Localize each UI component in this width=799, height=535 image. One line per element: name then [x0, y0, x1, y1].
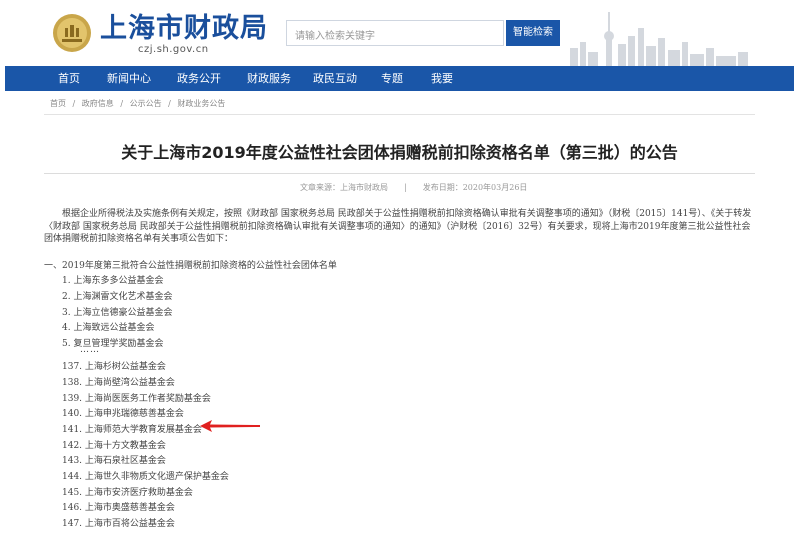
site-url: czj.sh.gov.cn — [138, 44, 209, 55]
list-item: 146. 上海市奥盛慈善基金会 — [62, 503, 175, 513]
nav-item-finance-service[interactable]: 财政服务 — [247, 66, 291, 91]
site-header: 上海市财政局 czj.sh.gov.cn 请输入检索关键字 智能检索 — [0, 0, 799, 66]
breadcrumb-sep: / — [72, 99, 76, 108]
nav-item-gov-info[interactable]: 政务公开 — [177, 66, 221, 91]
city-skyline-icon — [570, 12, 748, 66]
site-title[interactable]: 上海市财政局 — [100, 14, 268, 44]
nav-item-interaction[interactable]: 政民互动 — [313, 66, 357, 91]
breadcrumb-sep: / — [120, 99, 124, 108]
search-button[interactable]: 智能检索 — [506, 20, 560, 46]
meta-separator: | — [404, 183, 407, 192]
breadcrumb-finance-notices[interactable]: 财政业务公告 — [177, 99, 225, 108]
list-ellipsis: …… — [80, 345, 100, 355]
main-nav: 首页 新闻中心 政务公开 财政服务 政民互动 专题 我要 — [5, 66, 794, 91]
title-divider — [44, 173, 755, 174]
list-item: 143. 上海石泉社区基金会 — [62, 456, 166, 466]
breadcrumb-gov-info[interactable]: 政府信息 — [82, 99, 114, 108]
list-item: 1. 上海东多多公益基金会 — [62, 276, 164, 286]
breadcrumb-notices[interactable]: 公示公告 — [130, 99, 162, 108]
list-item: 138. 上海尚壁湾公益基金会 — [62, 378, 175, 388]
breadcrumb-divider — [44, 114, 755, 115]
shanghai-emblem-icon[interactable] — [52, 13, 92, 53]
nav-item-home[interactable]: 首页 — [58, 66, 80, 91]
article-title: 关于上海市2019年度公益性社会团体捐赠税前扣除资格名单（第三批）的公告 — [121, 143, 678, 162]
nav-item-i-want[interactable]: 我要 — [431, 66, 453, 91]
list-item: 3. 上海立信德豪公益基金会 — [62, 308, 173, 318]
article-source: 文章来源：上海市财政局 — [300, 183, 388, 192]
article-paragraph: 根据企业所得税法及实施条例有关规定，按照《财政部 国家税务总局 民政部关于公益性… — [44, 209, 752, 244]
breadcrumb-home[interactable]: 首页 — [50, 99, 66, 108]
breadcrumb: 首页 / 政府信息 / 公示公告 / 财政业务公告 — [50, 98, 229, 109]
list-item: 147. 上海市百将公益基金会 — [62, 519, 175, 529]
list-item-highlighted: 141. 上海师范大学教育发展基金会 — [62, 425, 202, 435]
article-date: 发布日期：2020年03月26日 — [422, 183, 528, 192]
list-item: 137. 上海杉树公益基金会 — [62, 362, 166, 372]
nav-item-news[interactable]: 新闻中心 — [107, 66, 151, 91]
nav-item-topics[interactable]: 专题 — [381, 66, 403, 91]
list-item: 145. 上海市安济医疗救助基金会 — [62, 488, 193, 498]
list-item: 144. 上海世久非物质文化遗产保护基金会 — [62, 472, 229, 482]
list-item: 4. 上海致远公益基金会 — [62, 323, 155, 333]
article-meta: 文章来源：上海市财政局 | 发布日期：2020年03月26日 — [300, 182, 527, 193]
section-heading: 一、2019年度第三批符合公益性捐赠税前扣除资格的公益性社会团体名单 — [44, 261, 337, 271]
list-item: 2. 上海渊雷文化艺术基金会 — [62, 292, 173, 302]
breadcrumb-sep: / — [168, 99, 171, 108]
list-item: 142. 上海十方文教基金会 — [62, 441, 166, 451]
list-item: 140. 上海申兆瑞德慈善基金会 — [62, 409, 184, 419]
red-arrow-icon — [200, 420, 260, 432]
list-item: 139. 上海尚医医务工作者奖励基金会 — [62, 394, 211, 404]
search-input[interactable]: 请输入检索关键字 — [286, 20, 504, 46]
list-item: 5. 复旦管理学奖励基金会 — [62, 339, 164, 349]
